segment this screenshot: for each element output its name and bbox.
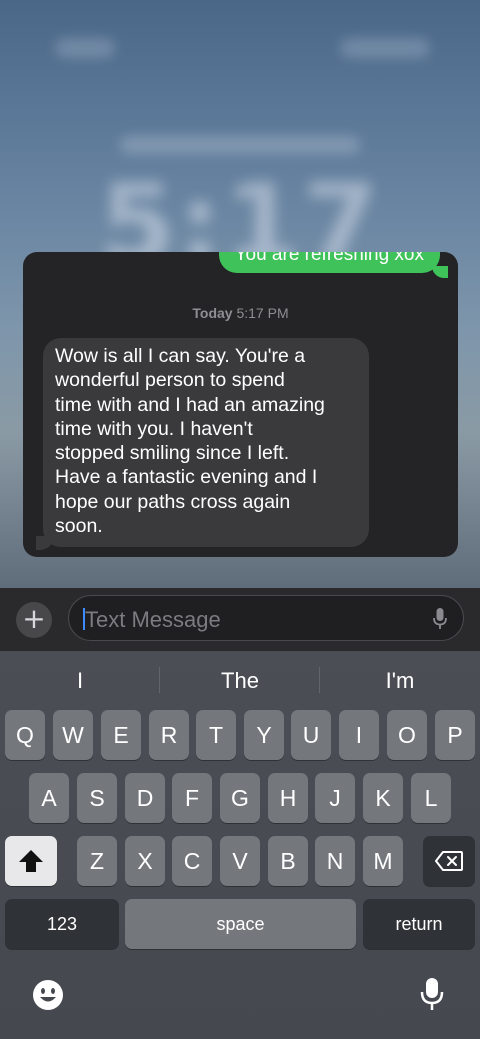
key-y[interactable]: Y (244, 710, 284, 760)
numbers-key[interactable]: 123 (5, 899, 119, 949)
key-m[interactable]: M (363, 836, 403, 886)
key-i[interactable]: I (339, 710, 379, 760)
key-k[interactable]: K (363, 773, 403, 823)
message-timestamp: Today 5:17 PM (23, 305, 458, 321)
key-p[interactable]: P (435, 710, 475, 760)
key-n[interactable]: N (315, 836, 355, 886)
dictation-icon[interactable] (420, 977, 444, 1011)
delete-icon (435, 851, 463, 871)
key-d[interactable]: D (125, 773, 165, 823)
message-composer: + Text Message (0, 588, 480, 651)
key-s[interactable]: S (77, 773, 117, 823)
key-c[interactable]: C (172, 836, 212, 886)
key-t[interactable]: T (196, 710, 236, 760)
keyboard: I The I'm Q W E R T Y U I O P A S D F G … (0, 651, 480, 1039)
received-message-bubble: Wow is all I can say. You're a wonderful… (43, 338, 369, 548)
predictive-bar: I The I'm (0, 651, 480, 707)
suggestion-2[interactable]: The (160, 668, 320, 694)
key-w[interactable]: W (53, 710, 93, 760)
shift-key[interactable] (5, 836, 57, 886)
key-q[interactable]: Q (5, 710, 45, 760)
received-line: soon. (55, 515, 103, 538)
received-line: time with you. I haven't (55, 417, 253, 440)
shift-icon (19, 850, 43, 872)
key-e[interactable]: E (101, 710, 141, 760)
key-l[interactable]: L (411, 773, 451, 823)
blurred-status-right (340, 38, 430, 58)
key-f[interactable]: F (172, 773, 212, 823)
received-line: Wow is all I can say. You're a (55, 345, 306, 367)
suggestion-3[interactable]: I'm (320, 668, 480, 694)
sent-message-bubble: You are refreshing xox (218, 252, 440, 273)
key-u[interactable]: U (291, 710, 331, 760)
key-a[interactable]: A (29, 773, 69, 823)
delete-key[interactable] (423, 836, 475, 886)
suggestion-1[interactable]: I (0, 668, 160, 694)
received-line: hope our paths cross again (55, 490, 291, 513)
key-v[interactable]: V (220, 836, 260, 886)
key-x[interactable]: X (125, 836, 165, 886)
plus-icon[interactable]: + (16, 602, 52, 638)
blurred-status-left (55, 38, 115, 58)
key-g[interactable]: G (220, 773, 260, 823)
text-message-input[interactable]: Text Message (68, 595, 464, 641)
received-line: Have a fantastic evening and I (55, 466, 318, 489)
timestamp-day: Today (192, 305, 233, 321)
key-h[interactable]: H (268, 773, 308, 823)
microphone-icon[interactable] (433, 608, 447, 630)
key-b[interactable]: B (268, 836, 308, 886)
key-z[interactable]: Z (77, 836, 117, 886)
space-key[interactable]: space (125, 899, 356, 949)
text-message-placeholder: Text Message (85, 607, 221, 632)
emoji-icon[interactable] (32, 979, 64, 1011)
key-r[interactable]: R (149, 710, 189, 760)
return-key[interactable]: return (363, 899, 475, 949)
key-j[interactable]: J (315, 773, 355, 823)
received-line: time with and I had an amazing (55, 393, 325, 416)
message-notification-card[interactable]: You are refreshing xox Today 5:17 PM Wow… (23, 252, 458, 557)
timestamp-time: 5:17 PM (236, 305, 289, 321)
blurred-date (120, 136, 360, 154)
received-line: stopped smiling since I left. (55, 442, 290, 465)
received-line: wonderful person to spend (55, 369, 285, 392)
key-o[interactable]: O (387, 710, 427, 760)
